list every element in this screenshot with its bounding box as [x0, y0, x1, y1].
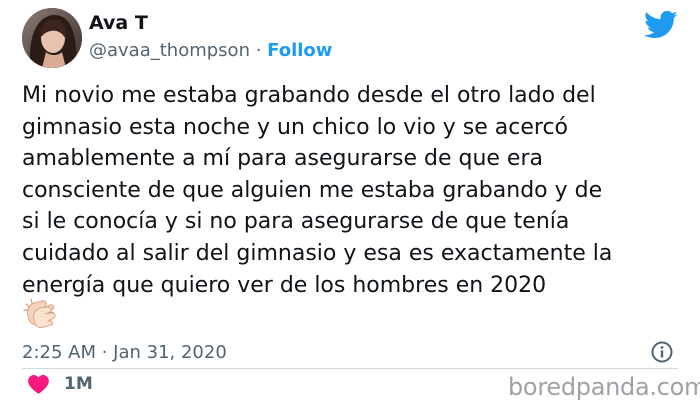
author-handle[interactable]: @avaa_thompson: [89, 40, 250, 61]
tweet-timestamp[interactable]: 2:25 AM · Jan 31, 2020: [22, 342, 227, 364]
tweet-card: Ava T @avaa_thompson · Follow Mi novio m…: [0, 0, 700, 410]
tweet-text: Mi novio me estaba grabando desde el otr…: [22, 80, 687, 301]
tweet-text-line: consciente de que alguien me estaba grab…: [22, 177, 603, 203]
like-count: 1M: [64, 374, 93, 394]
tweet-text-line: cuidado al salir del gimnasio y esa es e…: [22, 240, 613, 266]
tweet-text-line: Mi novio me estaba grabando desde el otr…: [22, 83, 596, 108]
tweet-text-line: gimnasio esta noche y un chico lo vio y …: [22, 114, 569, 140]
author-name[interactable]: Ava T: [89, 12, 148, 34]
avatar[interactable]: [22, 8, 82, 68]
clapping-hands-icon: [23, 298, 56, 329]
heart-icon: [28, 375, 49, 394]
watermark: boredpanda.com: [508, 373, 700, 401]
handle-separator: ·: [249, 40, 268, 61]
avatar-photo: [22, 8, 82, 68]
follow-button[interactable]: Follow: [267, 40, 332, 61]
tweet-text-line: energía que quiero ver de los hombres en…: [22, 272, 547, 298]
author-meta: @avaa_thompson · Follow: [89, 40, 332, 62]
twitter-bird-icon[interactable]: [644, 10, 678, 40]
tweet-text-line: si le conocía y si no para asegurarse de…: [22, 209, 570, 235]
info-icon[interactable]: [651, 341, 673, 363]
divider: [22, 368, 678, 369]
tweet-text-line: amablemente a mí para asegurarse de que …: [22, 146, 543, 172]
